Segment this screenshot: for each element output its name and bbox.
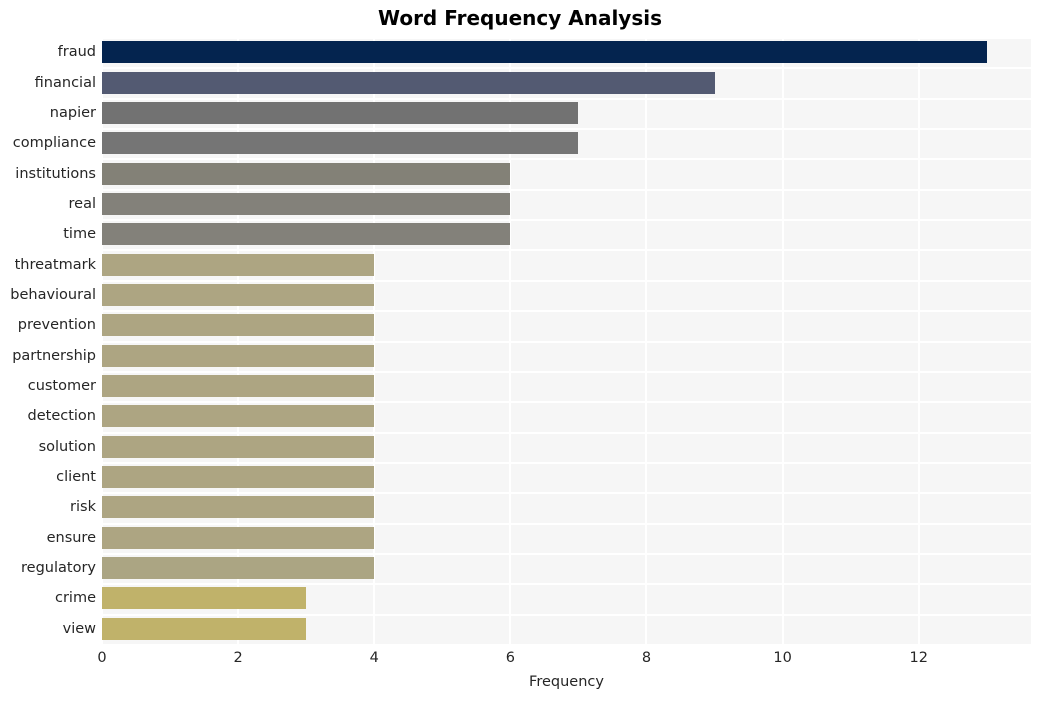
- x-tick-label-2: 2: [233, 650, 243, 666]
- y-tick-label-regulatory: regulatory: [21, 560, 96, 577]
- y-tick-label-institutions: institutions: [15, 165, 96, 182]
- y-tick-label-napier: napier: [49, 104, 96, 121]
- y-tick-label-time: time: [63, 226, 96, 243]
- x-axis-tick-labels: 0 2 4 6 8 10 12: [0, 644, 1040, 674]
- y-tick-label-client: client: [56, 469, 96, 486]
- y-tick-label-detection: detection: [27, 408, 96, 425]
- y-tick-label-compliance: compliance: [12, 135, 96, 152]
- x-tick-label-12: 12: [909, 650, 928, 666]
- y-tick-label-customer: customer: [27, 378, 96, 395]
- y-axis-tick-labels: fraud financial napier compliance institutio…: [0, 37, 1040, 644]
- x-axis-title: Frequency: [529, 674, 604, 690]
- y-tick-label-threatmark: threatmark: [14, 256, 96, 273]
- x-tick-label-0: 0: [97, 650, 107, 666]
- y-tick-label-crime: crime: [54, 590, 96, 607]
- y-tick-label-risk: risk: [70, 499, 96, 516]
- y-tick-label-view: view: [62, 620, 96, 637]
- y-tick-label-solution: solution: [38, 438, 96, 455]
- x-tick-label-10: 10: [773, 650, 792, 666]
- y-tick-label-financial: financial: [34, 74, 96, 91]
- x-tick-label-8: 8: [641, 650, 652, 666]
- y-tick-label-partnership: partnership: [12, 347, 96, 364]
- y-tick-label-real: real: [68, 195, 96, 212]
- chart-title: Word Frequency Analysis: [377, 6, 663, 30]
- x-tick-label-6: 6: [505, 650, 515, 666]
- word-frequency-bar-chart: Word Frequency Analysis fraud financial na…: [0, 0, 1040, 701]
- y-tick-label-ensure: ensure: [46, 529, 96, 546]
- y-tick-label-behavioural: behavioural: [10, 286, 96, 303]
- y-tick-label-fraud: fraud: [57, 44, 96, 61]
- y-tick-label-prevention: prevention: [17, 317, 96, 334]
- x-tick-label-4: 4: [369, 650, 379, 666]
